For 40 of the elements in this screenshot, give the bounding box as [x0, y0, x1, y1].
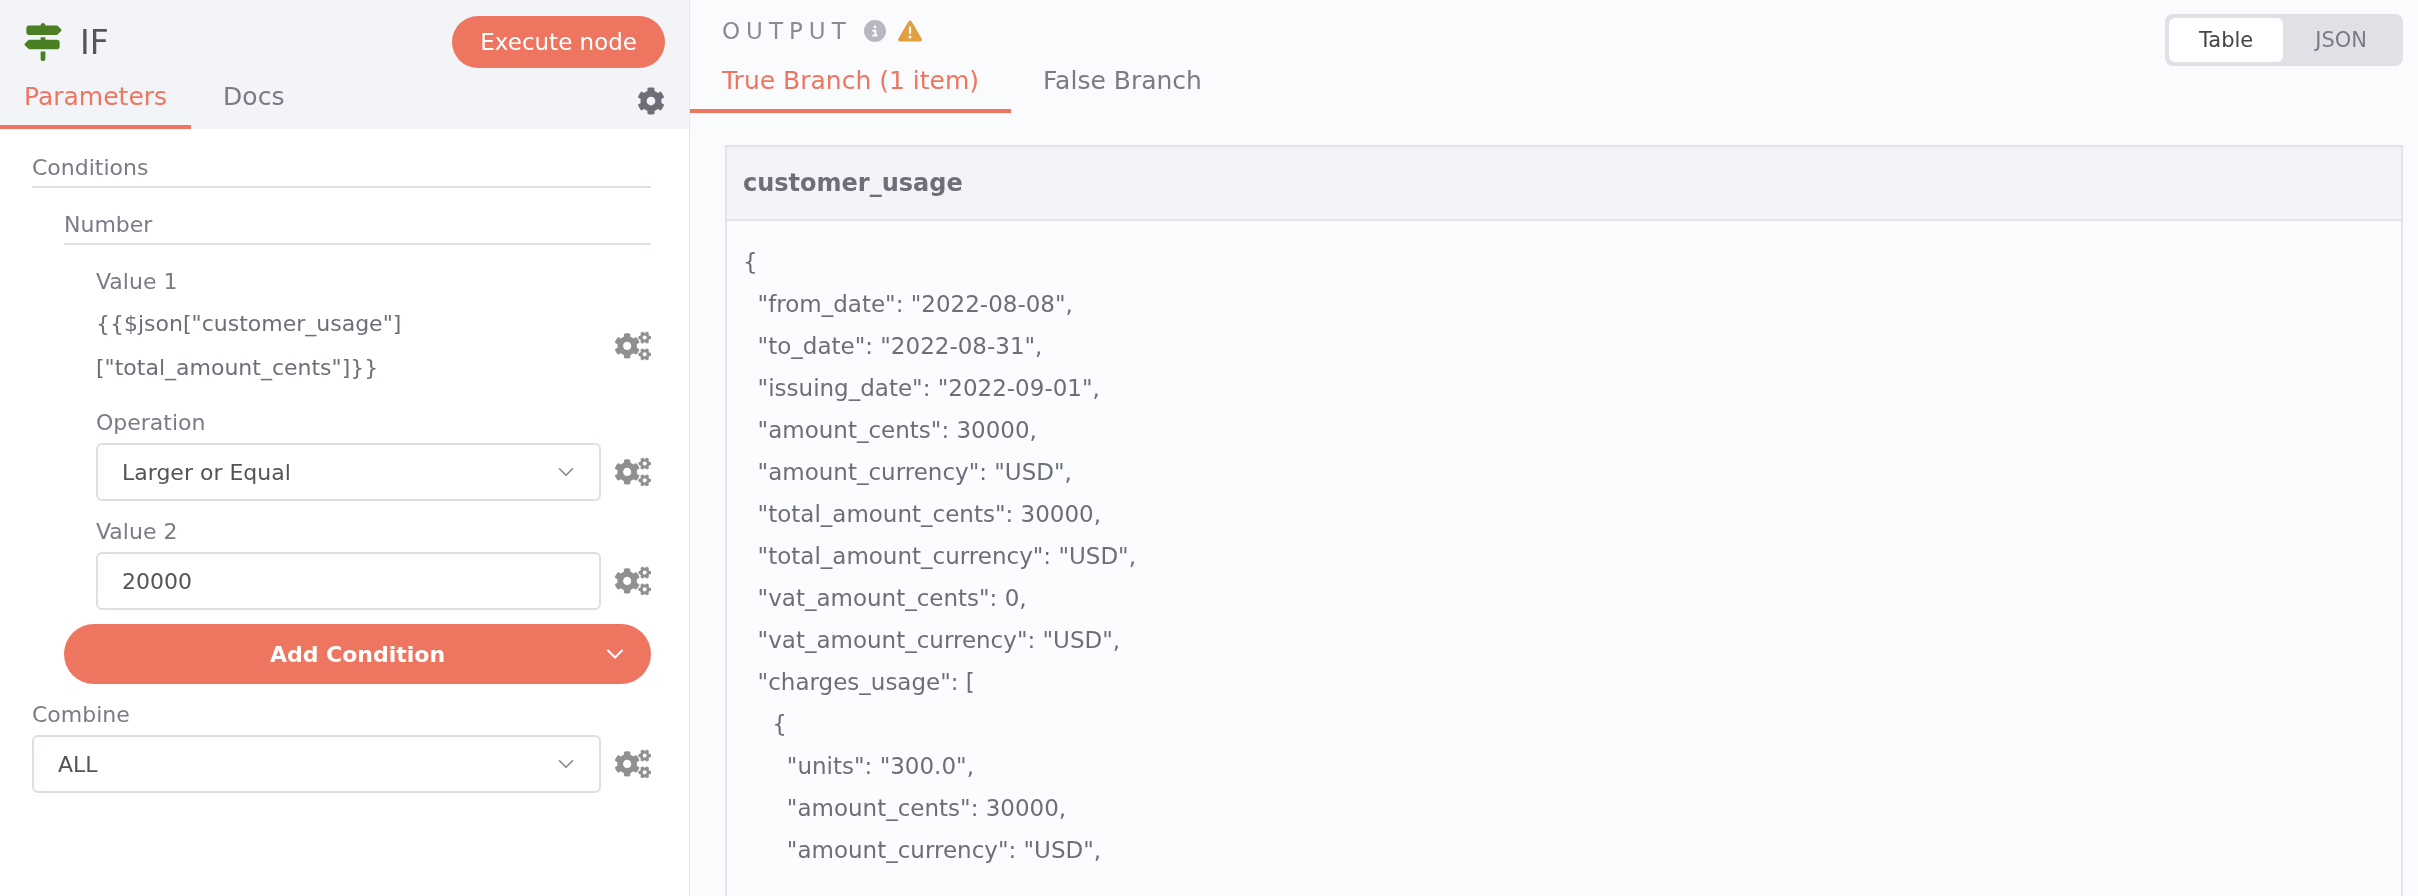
json-line: "amount_cents": 30000,	[785, 794, 1068, 823]
json-line: "total_amount_currency": "USD",	[756, 542, 1137, 571]
json-line: "amount_currency": "USD",	[756, 458, 1073, 487]
json-line: "vat_amount_currency": "USD",	[756, 626, 1122, 655]
field-label: Operation	[96, 410, 207, 435]
signpost-icon	[24, 23, 62, 61]
execute-node-button[interactable]: Execute node	[452, 16, 665, 68]
value-input[interactable]: 20000	[96, 552, 601, 610]
node-title: IF	[80, 22, 109, 62]
section-heading: Number	[64, 202, 651, 245]
column-header: customer_usage	[727, 147, 2401, 221]
json-line: "total_amount_cents": 30000,	[756, 500, 1103, 529]
field-label: Value 1	[96, 269, 179, 294]
branch-tab[interactable]: False Branch	[1011, 66, 1234, 113]
json-line: "amount_cents": 30000,	[756, 416, 1038, 445]
output-title: OUTPUT	[722, 18, 852, 44]
info-icon[interactable]	[863, 20, 886, 42]
json-line: "charges_usage": [	[756, 668, 976, 697]
field-label: Combine	[32, 702, 131, 727]
warning-icon[interactable]	[897, 19, 922, 43]
settings-icon[interactable]	[637, 87, 665, 115]
view-toggle-option[interactable]: Table	[2168, 18, 2284, 62]
json-line: "issuing_date": "2022-09-01",	[756, 374, 1101, 403]
json-line: "from_date": "2022-08-08",	[756, 290, 1074, 319]
expression-text[interactable]: {{$json["customer_usage"]["total_amount_cents"]}}	[96, 302, 601, 390]
json-line: "to_date": "2022-08-31",	[756, 332, 1044, 361]
json-line: {	[771, 710, 788, 739]
combine-select[interactable]: ALL	[32, 735, 601, 793]
panel-tab[interactable]: Docs	[199, 82, 309, 129]
branch-tab[interactable]: True Branch (1 item)	[690, 66, 1012, 113]
json-line: "vat_amount_cents": 0,	[756, 584, 1028, 613]
operation-select[interactable]: Larger or Equal	[96, 443, 601, 501]
panel-tab[interactable]: Parameters	[0, 82, 192, 129]
json-line: {	[743, 248, 759, 277]
json-line: "units": "300.0",	[785, 752, 975, 781]
json-line: "amount_currency": "USD",	[785, 836, 1103, 865]
add-condition-button[interactable]: Add Condition	[64, 624, 651, 684]
view-toggle-option[interactable]: JSON	[2283, 18, 2399, 62]
field-label: Value 2	[96, 519, 179, 544]
section-heading: Conditions	[32, 145, 651, 188]
